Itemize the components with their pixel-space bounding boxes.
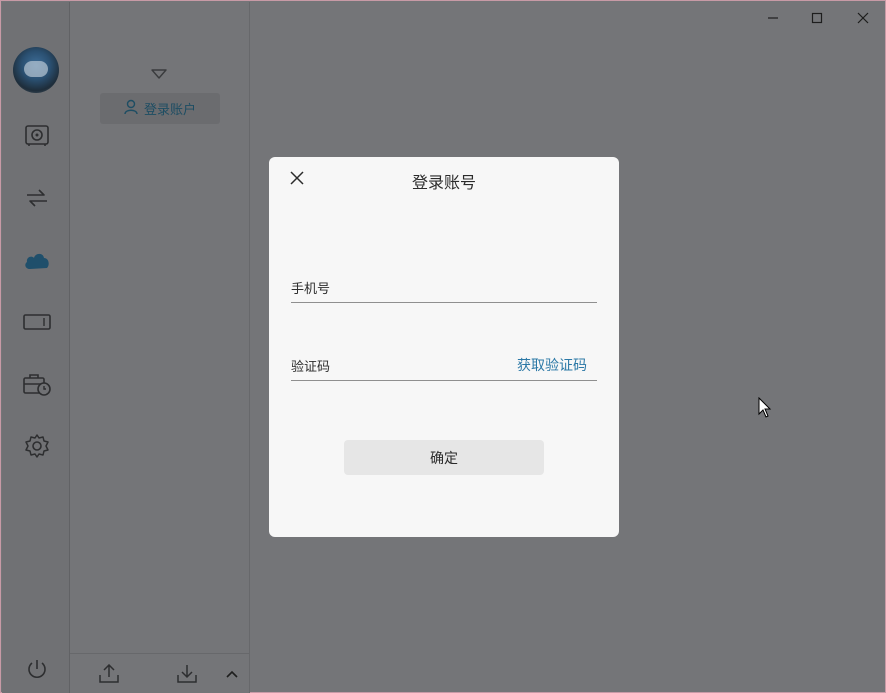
- maximize-icon[interactable]: [807, 9, 827, 27]
- app-window: 登录账户 登录账号 手机号 验证码 获取验证码 确定: [0, 0, 886, 693]
- drive-icon[interactable]: [19, 304, 55, 340]
- code-field[interactable]: 验证码 获取验证码: [291, 344, 597, 381]
- safe-icon[interactable]: [19, 117, 55, 153]
- cloud-icon[interactable]: [19, 242, 55, 278]
- account-panel: 登录账户: [70, 2, 250, 693]
- power-icon[interactable]: [19, 651, 55, 687]
- phone-field[interactable]: 手机号: [291, 266, 597, 303]
- briefcase-clock-icon[interactable]: [19, 366, 55, 402]
- user-icon: [124, 99, 138, 119]
- login-dialog: 登录账号 手机号 验证码 获取验证码 确定: [269, 157, 619, 537]
- download-icon[interactable]: [175, 662, 199, 686]
- login-account-button[interactable]: 登录账户: [100, 93, 220, 124]
- chevron-down-icon[interactable]: [150, 66, 168, 80]
- sidebar: [2, 2, 70, 693]
- code-label: 验证码: [291, 360, 331, 375]
- gear-icon[interactable]: [19, 428, 55, 464]
- minimize-icon[interactable]: [763, 9, 783, 27]
- chevron-up-icon[interactable]: [220, 662, 244, 686]
- close-icon[interactable]: [853, 9, 873, 27]
- upload-icon[interactable]: [97, 662, 121, 686]
- panel-footer: [70, 653, 249, 693]
- dialog-title: 登录账号: [411, 173, 476, 192]
- confirm-button[interactable]: 确定: [344, 440, 544, 475]
- swap-arrows-icon[interactable]: [19, 180, 55, 216]
- avatar[interactable]: [13, 47, 59, 93]
- get-code-link[interactable]: 获取验证码: [517, 355, 587, 375]
- phone-label: 手机号: [291, 282, 331, 297]
- mouse-cursor-icon: [758, 396, 772, 419]
- login-account-label: 登录账户: [143, 103, 196, 118]
